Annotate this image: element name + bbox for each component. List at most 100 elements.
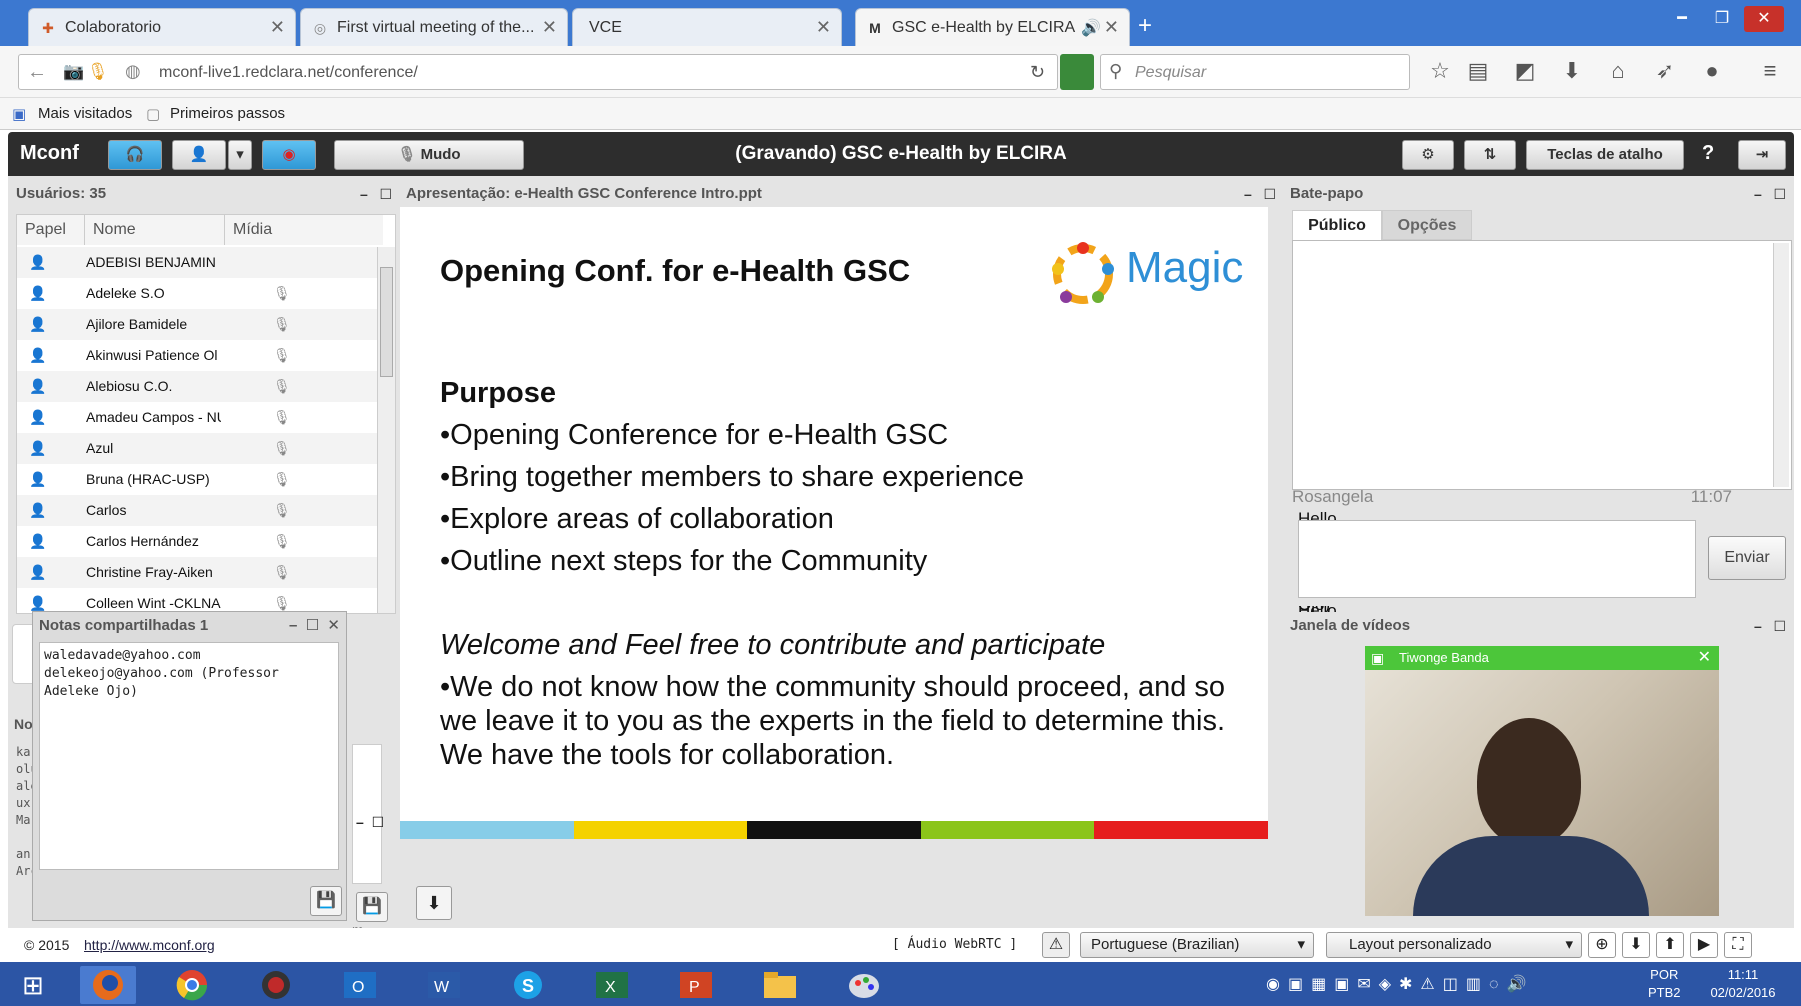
download-presentation-button[interactable]: ⬇ (416, 886, 452, 920)
close-icon[interactable]: ✕ (542, 17, 557, 38)
url-bar[interactable]: ← 📷 🎙 ◍ mconf-live1.redclara.net/confere… (18, 54, 1058, 90)
search-bar[interactable]: ⚲ Pesquisar (1100, 54, 1410, 90)
user-row[interactable]: 👤 ADEBISI BENJAMIN (17, 247, 379, 278)
mute-button[interactable]: 🎙 Mudo (334, 140, 524, 170)
user-row[interactable]: 👤 Carlos 🎙 (17, 495, 379, 526)
close-icon[interactable]: ✕ (270, 17, 285, 38)
layout-swap-button[interactable]: ⇅ (1464, 140, 1516, 170)
keyboard-language[interactable]: POR PTB2 (1648, 966, 1681, 1002)
minimize-icon[interactable]: – (360, 186, 368, 202)
url-text[interactable]: mconf-live1.redclara.net/conference/ (159, 64, 418, 82)
firefox-taskbar-icon[interactable] (80, 966, 136, 1004)
minimize-icon[interactable]: – (356, 814, 364, 830)
maximize-icon[interactable]: ☐ (372, 814, 385, 830)
bookmark-most-visited[interactable]: Mais visitados (38, 105, 132, 122)
user-row[interactable]: 👤 Alebiosu C.O. 🎙 (17, 371, 379, 402)
windows-start-icon[interactable]: ⊞ (22, 970, 44, 1001)
send-button[interactable]: Enviar (1708, 536, 1786, 580)
close-window-icon[interactable]: ✕ (1744, 6, 1784, 32)
minimize-icon[interactable]: ━ (1662, 6, 1702, 32)
save-notes-button[interactable]: 💾 (310, 886, 342, 916)
pocket-icon[interactable]: ◩ (1510, 58, 1540, 84)
powerpoint-taskbar-icon[interactable]: P (668, 966, 724, 1004)
headset-button[interactable]: 🎧 (108, 140, 162, 170)
download-icon[interactable]: ⬇ (1557, 58, 1587, 84)
menu-icon[interactable]: ≡ (1755, 58, 1785, 84)
share-desktop-button[interactable]: ◉ (262, 140, 316, 170)
back-icon[interactable]: ← (27, 61, 47, 84)
minimize-icon[interactable]: – (1754, 618, 1762, 634)
skype-taskbar-icon[interactable]: S (500, 966, 556, 1004)
new-tab-button[interactable]: + (1138, 12, 1152, 40)
maximize-icon[interactable]: ☐ (1773, 618, 1786, 634)
user-row[interactable]: 👤 Adeleke S.O 🎙 (17, 278, 379, 309)
help-button[interactable]: ? (1702, 142, 1714, 165)
logout-button[interactable]: ⇥ (1738, 140, 1786, 170)
user-row[interactable]: 👤 Christine Fray-Aiken 🎙 (17, 557, 379, 588)
chrome-taskbar-icon[interactable] (164, 966, 220, 1004)
col-name[interactable]: Nome (85, 215, 225, 245)
settings-button[interactable]: ⚙ (1402, 140, 1454, 170)
home-icon[interactable]: ⌂ (1603, 58, 1633, 84)
reading-list-icon[interactable]: ▤ (1463, 58, 1493, 84)
paint-taskbar-icon[interactable] (836, 966, 892, 1004)
user-row[interactable]: 👤 Akinwusi Patience Ol 🎙 (17, 340, 379, 371)
microphone-permission-icon[interactable]: 🎙 (87, 62, 109, 82)
minimize-icon[interactable]: – (1244, 186, 1252, 202)
warning-icon[interactable]: ⚠ (1042, 932, 1070, 958)
webcam-button[interactable]: 👤 (172, 140, 226, 170)
microphone-icon[interactable]: 🎙 (273, 588, 291, 613)
scroll-thumb[interactable] (380, 267, 393, 377)
save-notes-button[interactable]: 💾 (356, 892, 388, 922)
camera-permission-icon[interactable]: 📷 (63, 62, 84, 82)
extension-icon[interactable] (1060, 54, 1094, 90)
tab-options[interactable]: Opções (1382, 210, 1472, 240)
chat-bubble-icon[interactable]: ● (1697, 58, 1727, 84)
col-role[interactable]: Papel (17, 215, 85, 245)
close-icon[interactable]: ✕ (1698, 646, 1711, 670)
user-row[interactable]: 👤 Colleen Wint -CKLNA 🎙 (17, 588, 379, 613)
tab-vce[interactable]: VCE ✕ (572, 8, 842, 46)
maximize-icon[interactable]: ☐ (379, 186, 392, 202)
bookmark-first-steps[interactable]: Primeiros passos (170, 105, 285, 122)
close-icon[interactable]: ✕ (327, 617, 340, 634)
webcam-dropdown[interactable]: ▾ (228, 140, 252, 170)
microphone-icon[interactable]: 🎙 (273, 402, 291, 433)
microphone-icon[interactable]: 🎙 (273, 526, 291, 557)
fullscreen-icon[interactable]: ⛶ (1724, 932, 1752, 958)
microphone-icon[interactable]: 🎙 (273, 278, 291, 309)
minimize-icon[interactable]: – (1754, 186, 1762, 202)
microphone-icon[interactable]: 🎙 (273, 433, 291, 464)
col-media[interactable]: Mídia (225, 215, 383, 245)
clock[interactable]: 11:11 02/02/2016 (1700, 966, 1786, 1002)
word-taskbar-icon[interactable]: W (416, 966, 472, 1004)
user-row[interactable]: 👤 Amadeu Campos - NU 🎙 (17, 402, 379, 433)
close-icon[interactable]: ✕ (816, 17, 831, 38)
tab-gsc-ehealth[interactable]: M GSC e-Health by ELCIRA 🔊 ✕ (855, 8, 1130, 46)
upload-layout-icon[interactable]: ⬆ (1656, 932, 1684, 958)
microphone-icon[interactable]: 🎙 (273, 371, 291, 402)
chat-input[interactable] (1298, 520, 1696, 598)
language-select[interactable]: Portuguese (Brazilian) ▾ (1080, 932, 1314, 958)
maximize-icon[interactable]: ☐ (1773, 186, 1786, 202)
download-layout-icon[interactable]: ⬇ (1622, 932, 1650, 958)
close-icon[interactable]: ✕ (1104, 17, 1119, 38)
chat-scrollbar[interactable] (1773, 243, 1789, 487)
microphone-icon[interactable]: 🎙 (273, 495, 291, 526)
user-row[interactable]: 👤 Carlos Hernández 🎙 (17, 526, 379, 557)
user-row[interactable]: 👤 Ajilore Bamidele 🎙 (17, 309, 379, 340)
excel-taskbar-icon[interactable]: X (584, 966, 640, 1004)
microphone-icon[interactable]: 🎙 (273, 309, 291, 340)
tab-public[interactable]: Público (1292, 210, 1382, 240)
shortcuts-button[interactable]: Teclas de atalho (1526, 140, 1684, 170)
microphone-icon[interactable]: 🎙 (273, 464, 291, 495)
user-row[interactable]: 👤 Bruna (HRAC-USP) 🎙 (17, 464, 379, 495)
minimize-icon[interactable]: – (289, 617, 297, 634)
speaker-icon[interactable]: 🔊 (1081, 18, 1101, 38)
restore-icon[interactable]: ❐ (1702, 6, 1742, 32)
mconf-link[interactable]: http://www.mconf.org (84, 937, 215, 953)
users-scrollbar[interactable] (377, 247, 395, 613)
send-icon[interactable]: ➶ (1650, 58, 1680, 84)
apply-layout-icon[interactable]: ▶ (1690, 932, 1718, 958)
bookmark-star-icon[interactable]: ☆ (1425, 58, 1455, 84)
